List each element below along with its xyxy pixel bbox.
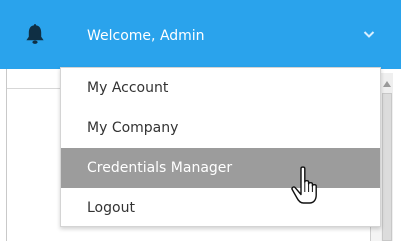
- menu-item-my-company[interactable]: My Company: [61, 108, 380, 148]
- content-divider: [7, 88, 67, 89]
- vertical-scrollbar[interactable]: [381, 73, 393, 241]
- menu-item-label: Credentials Manager: [87, 160, 233, 176]
- menu-item-logout[interactable]: Logout: [61, 188, 380, 228]
- user-dropdown-menu: My Account My Company Credentials Manage…: [60, 67, 381, 227]
- menu-item-credentials-manager[interactable]: Credentials Manager: [61, 148, 380, 188]
- chevron-down-icon[interactable]: [362, 27, 376, 41]
- menu-item-my-account[interactable]: My Account: [61, 68, 380, 108]
- bell-icon[interactable]: [23, 24, 47, 44]
- menu-item-label: Logout: [87, 200, 135, 216]
- hand-pointer-cursor-icon: [291, 166, 317, 204]
- welcome-user-menu[interactable]: Welcome, Admin: [87, 27, 205, 45]
- menu-item-label: My Account: [87, 80, 169, 96]
- scroll-up-arrow-icon[interactable]: [383, 81, 391, 87]
- scrollbar-thumb[interactable]: [382, 93, 392, 241]
- content-panel-border: [6, 69, 7, 241]
- top-bar: Welcome, Admin: [0, 0, 401, 69]
- welcome-text: Welcome, Admin: [87, 28, 205, 44]
- menu-item-label: My Company: [87, 120, 179, 136]
